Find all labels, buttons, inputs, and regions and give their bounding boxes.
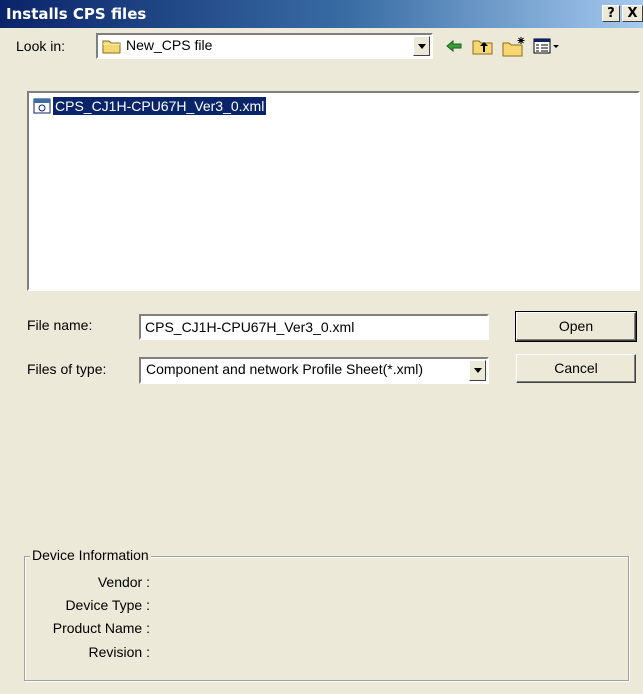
revision-label: Revision : — [88, 644, 150, 660]
look-in-value: New_CPS file — [126, 37, 213, 53]
vendor-label: Vendor : — [97, 574, 150, 590]
cancel-button[interactable]: Cancel — [516, 354, 636, 383]
up-folder-icon[interactable] — [472, 36, 494, 56]
window-title: Installs CPS files — [6, 5, 147, 23]
open-button[interactable]: Open — [515, 311, 637, 342]
file-list[interactable]: CPS_CJ1H-CPU67H_Ver3_0.xml — [27, 91, 640, 291]
folder-icon — [102, 40, 121, 54]
file-type-dropdown-arrow[interactable] — [469, 360, 486, 381]
file-type-dropdown[interactable]: Component and network Profile Sheet(*.xm… — [139, 357, 489, 384]
new-folder-icon[interactable] — [502, 36, 526, 58]
product-name-label: Product Name : — [52, 620, 150, 636]
look-in-dropdown[interactable]: New_CPS file — [96, 33, 433, 59]
title-bar[interactable]: Installs CPS files ? X — [0, 0, 643, 28]
file-name-label: CPS_CJ1H-CPU67H_Ver3_0.xml — [53, 97, 267, 115]
help-button[interactable]: ? — [602, 5, 620, 22]
device-information-title: Device Information — [30, 547, 151, 563]
view-menu-icon[interactable] — [533, 36, 561, 56]
file-name-label: File name: — [27, 317, 93, 333]
device-type-label: Device Type : — [65, 597, 150, 613]
look-in-dropdown-arrow[interactable] — [413, 36, 430, 56]
back-arrow-icon[interactable] — [444, 36, 464, 56]
file-name-input[interactable] — [141, 316, 487, 338]
xml-file-icon — [33, 98, 51, 114]
close-button[interactable]: X — [622, 5, 643, 22]
file-type-value: Component and network Profile Sheet(*.xm… — [146, 361, 424, 377]
file-name-input-wrapper — [139, 314, 489, 340]
look-in-label: Look in: — [16, 38, 66, 54]
file-type-label: Files of type: — [27, 361, 107, 377]
list-item[interactable]: CPS_CJ1H-CPU67H_Ver3_0.xml — [33, 97, 267, 115]
